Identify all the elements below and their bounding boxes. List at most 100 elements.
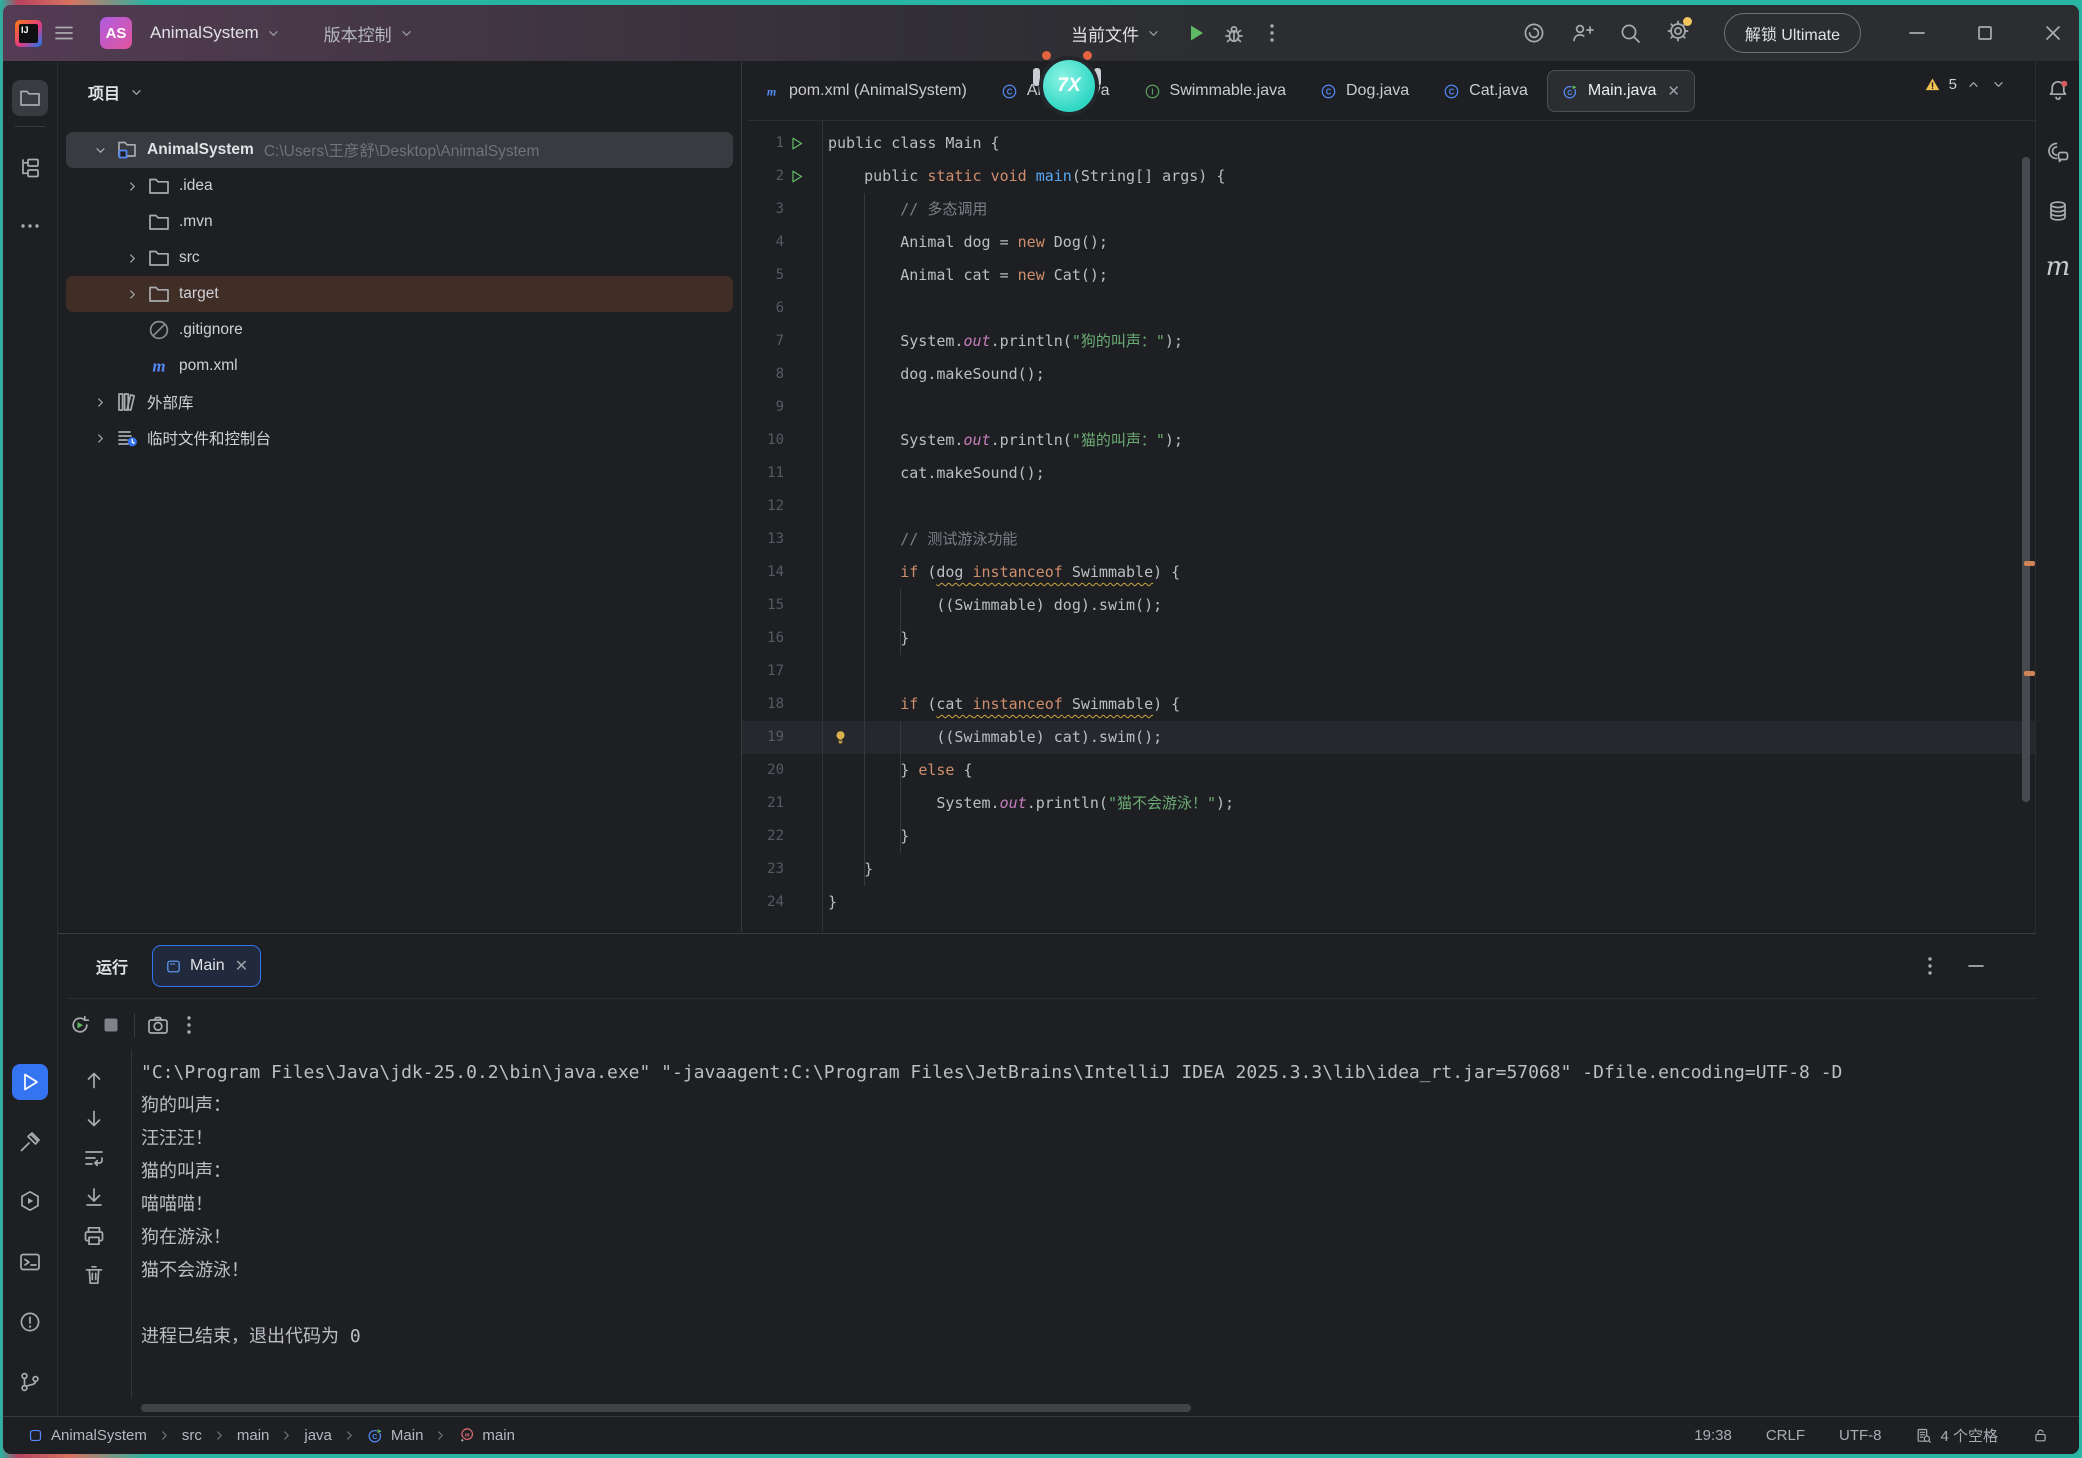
- run-button[interactable]: [1184, 21, 1208, 45]
- debug-button[interactable]: [1222, 21, 1246, 45]
- services-tool-button[interactable]: [12, 1183, 48, 1219]
- tree-item[interactable]: 外部库: [66, 384, 733, 420]
- search-everywhere-icon[interactable]: [1618, 21, 1642, 45]
- breadcrumb-label: java: [304, 1427, 332, 1444]
- clear-all-button[interactable]: [82, 1263, 106, 1287]
- scroll-to-end-button[interactable]: [82, 1185, 106, 1209]
- chevron-down-icon[interactable]: [1990, 76, 2007, 93]
- run-tab-label: Main: [190, 957, 225, 975]
- print-button[interactable]: [82, 1224, 106, 1248]
- interface-icon: I: [1144, 83, 1161, 100]
- minimize-button[interactable]: [1905, 21, 1929, 45]
- vcs-menu[interactable]: 版本控制: [316, 15, 423, 52]
- chevron-up-icon[interactable]: [1965, 76, 1982, 93]
- chevron-down-icon[interactable]: [128, 84, 145, 101]
- ai-assistant-icon[interactable]: [1522, 21, 1546, 45]
- tree-item[interactable]: .idea: [66, 168, 733, 204]
- tab-pom-xml-animalsystem-[interactable]: mpom.xml (AnimalSystem): [748, 70, 982, 112]
- inspection-widget[interactable]: 5: [1924, 76, 2007, 93]
- breadcrumb-item[interactable]: AnimalSystem: [27, 1427, 147, 1444]
- close-icon[interactable]: ✕: [235, 956, 248, 976]
- project-switcher[interactable]: AnimalSystem: [142, 17, 290, 49]
- tree-item[interactable]: mpom.xml: [66, 348, 733, 384]
- breadcrumb-item[interactable]: mmain: [458, 1427, 515, 1444]
- unlock-icon[interactable]: [2032, 1427, 2049, 1444]
- breadcrumb-item[interactable]: src: [182, 1427, 202, 1444]
- tab-main-java[interactable]: CMain.java✕: [1547, 70, 1695, 112]
- indent-setting[interactable]: 4 个空格: [1915, 1425, 1998, 1446]
- git-tool-button[interactable]: [12, 1364, 48, 1400]
- left-tool-stripe: [3, 62, 58, 1417]
- chevron-right-icon[interactable]: [118, 286, 146, 303]
- tab-swimmable-java[interactable]: ISwimmable.java: [1129, 70, 1301, 112]
- tree-item[interactable]: 临时文件和控制台: [66, 420, 733, 456]
- tab-cat-java[interactable]: CCat.java: [1428, 70, 1543, 112]
- tree-item[interactable]: target: [66, 276, 733, 312]
- file-encoding[interactable]: UTF-8: [1839, 1427, 1882, 1444]
- close-icon[interactable]: ✕: [1667, 82, 1680, 100]
- tree-item[interactable]: .mvn: [66, 204, 733, 240]
- chevron-right-icon[interactable]: [118, 178, 146, 195]
- screenshot-button[interactable]: [146, 1013, 170, 1037]
- run-line-icon[interactable]: [788, 160, 810, 193]
- soft-wrap-button[interactable]: [82, 1146, 106, 1170]
- caret-position[interactable]: 19:38: [1694, 1427, 1732, 1444]
- tree-item-label: .idea: [179, 177, 213, 195]
- chevron-right-icon[interactable]: [86, 430, 114, 447]
- tree-item[interactable]: AnimalSystemC:\Users\王彦舒\Desktop\AnimalS…: [66, 132, 733, 168]
- run-tab-main[interactable]: Main ✕: [152, 945, 261, 987]
- code-with-me-icon[interactable]: [1570, 21, 1594, 45]
- tab-animal-java[interactable]: CAnimal.java: [986, 70, 1125, 112]
- breadcrumb-item[interactable]: java: [304, 1427, 332, 1444]
- tree-item[interactable]: .gitignore: [66, 312, 733, 348]
- build-tool-button[interactable]: [12, 1124, 48, 1160]
- line-number: 3: [742, 193, 784, 226]
- ai-chat-icon: [2046, 140, 2070, 164]
- unlock-ultimate-button[interactable]: 解锁 Ultimate: [1724, 13, 1861, 53]
- structure-tool-button[interactable]: [12, 150, 48, 186]
- intention-bulb-icon[interactable]: [832, 721, 856, 754]
- chevron-right-icon[interactable]: [86, 394, 114, 411]
- line-number: 1: [742, 127, 784, 160]
- console-more-icon[interactable]: [177, 1013, 201, 1037]
- maven-button[interactable]: m: [2045, 254, 2071, 280]
- project-tool-button[interactable]: [12, 80, 48, 116]
- run-panel-options-icon[interactable]: [1918, 954, 1942, 978]
- code-area[interactable]: 1public class Main {2 public static void…: [742, 121, 2035, 932]
- breadcrumb-item[interactable]: main: [237, 1427, 270, 1444]
- terminal-tool-button[interactable]: [12, 1244, 48, 1280]
- right-tool-stripe: m: [2035, 62, 2079, 1417]
- toolbar-divider: [134, 1013, 135, 1037]
- chevron-right-icon[interactable]: [118, 250, 146, 267]
- problems-tool-button[interactable]: [12, 1304, 48, 1340]
- folder-icon: [18, 86, 42, 110]
- hide-panel-icon[interactable]: [1964, 954, 1988, 978]
- main-menu-icon[interactable]: [52, 21, 76, 45]
- console-horizontal-scrollbar[interactable]: [141, 1404, 1191, 1412]
- rerun-button[interactable]: [68, 1013, 92, 1037]
- scroll-down-button[interactable]: [82, 1107, 106, 1131]
- editor-scrollbar[interactable]: [2022, 157, 2030, 802]
- tree-item[interactable]: src: [66, 240, 733, 276]
- chevron-down-icon[interactable]: [86, 142, 114, 159]
- project-icon: [114, 138, 140, 162]
- settings-button[interactable]: [1666, 19, 1690, 48]
- scroll-up-button[interactable]: [82, 1068, 106, 1092]
- database-button[interactable]: [2045, 198, 2071, 224]
- tab-dog-java[interactable]: CDog.java: [1305, 70, 1424, 112]
- maximize-button[interactable]: [1973, 21, 1997, 45]
- close-button[interactable]: [2041, 21, 2065, 45]
- ai-chat-button[interactable]: [2045, 139, 2071, 165]
- breadcrumb-separator-icon: [341, 1427, 358, 1444]
- notifications-button[interactable]: [2045, 77, 2071, 103]
- run-tool-button[interactable]: [12, 1064, 48, 1100]
- run-line-icon[interactable]: [788, 127, 810, 160]
- breadcrumb-item[interactable]: CMain: [367, 1427, 424, 1444]
- run-config-selector[interactable]: 当前文件: [1063, 15, 1170, 52]
- console-output[interactable]: "C:\Program Files\Java\jdk-25.0.2\bin\ja…: [141, 1056, 2032, 1388]
- project-panel-title[interactable]: 项目: [88, 80, 120, 104]
- line-separator[interactable]: CRLF: [1766, 1427, 1805, 1444]
- stop-button[interactable]: [99, 1013, 123, 1037]
- more-tools-button[interactable]: [12, 208, 48, 244]
- more-run-actions-icon[interactable]: [1260, 21, 1284, 45]
